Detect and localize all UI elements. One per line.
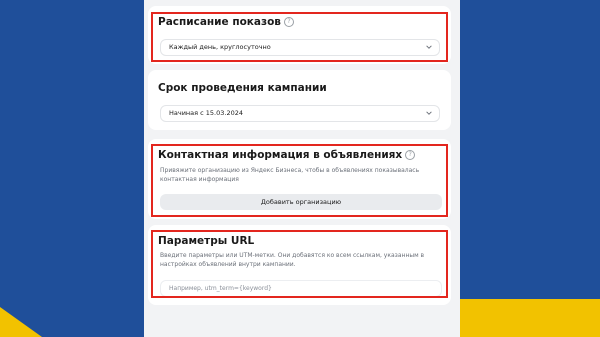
campaign-settings-panel: Расписание показов? Каждый день, круглос… [144,0,460,337]
schedule-value: Каждый день, круглосуточно [169,43,271,51]
url-params-description: Введите параметры или UTM-метки. Они доб… [160,252,425,268]
schedule-card: Расписание показов? Каждый день, круглос… [148,6,451,64]
contact-title: Контактная информация в объявлениях [158,149,403,161]
contact-description: Привяжите организацию из Яндекс Бизнеса,… [160,167,420,183]
chevron-down-icon [426,111,432,115]
add-organization-button[interactable]: Добавить организацию [160,194,442,210]
contact-card: Контактная информация в объявлениях? При… [148,139,451,219]
help-icon[interactable]: ? [283,17,294,27]
schedule-select[interactable]: Каждый день, круглосуточно [160,39,440,56]
background-stripe-left [0,307,42,337]
duration-card: Срок проведения кампании Начиная с 15.03… [148,70,451,130]
duration-value: Начиная с 15.03.2024 [169,109,244,117]
url-params-card: Параметры URL Введите параметры или UTM-… [148,225,451,305]
duration-select[interactable]: Начиная с 15.03.2024 [160,105,440,122]
duration-title: Срок проведения кампании [158,82,327,94]
chevron-down-icon [426,45,432,49]
url-params-input[interactable]: Например, utm_term={keyword} [160,280,442,297]
help-icon[interactable]: ? [405,150,416,160]
url-params-title: Параметры URL [158,235,255,247]
schedule-title: Расписание показов [158,16,281,28]
